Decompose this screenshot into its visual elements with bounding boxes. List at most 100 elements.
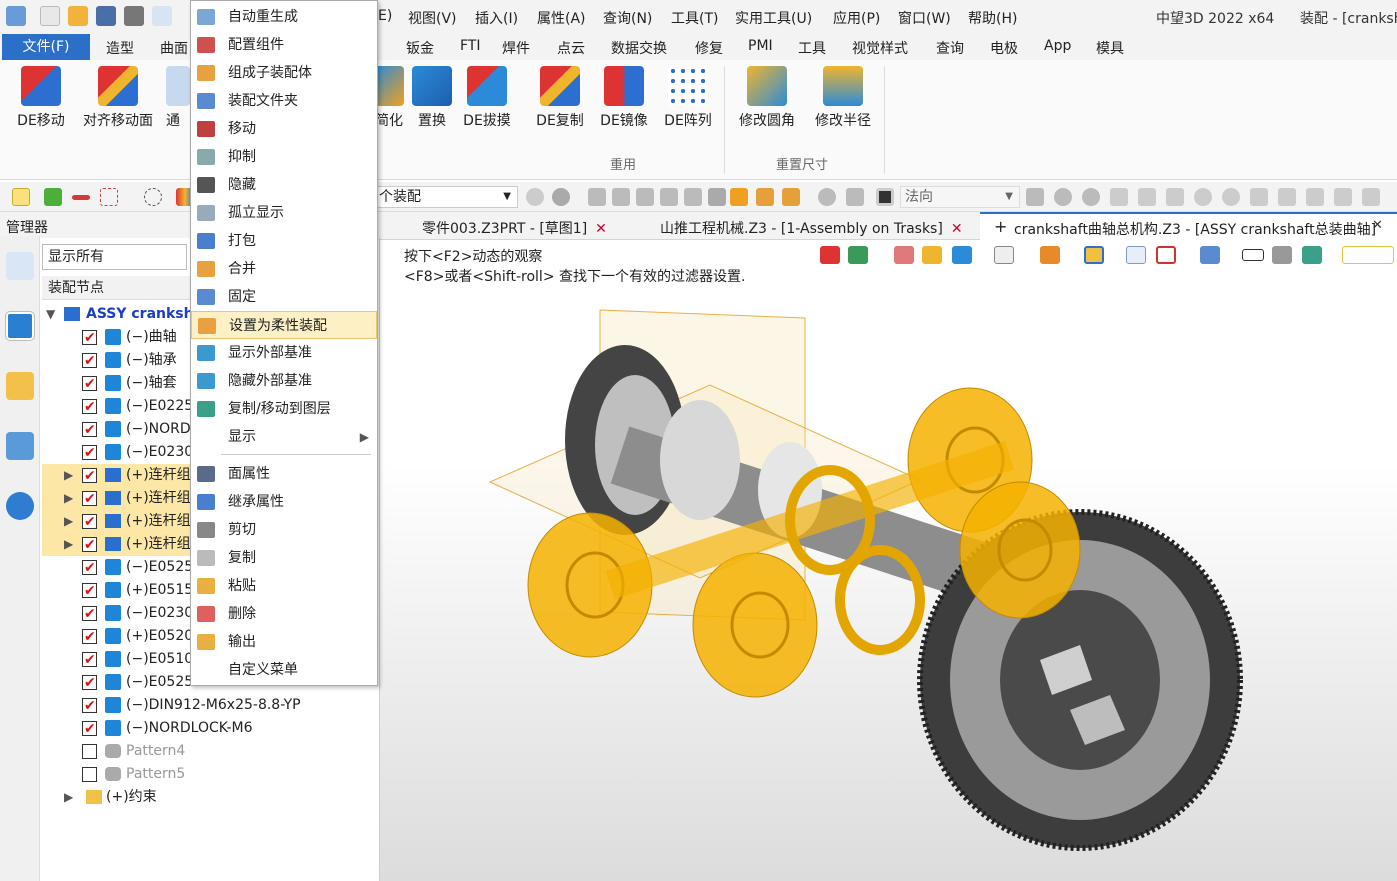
visibility-checkbox[interactable] [82, 580, 97, 603]
visibility-checkbox[interactable] [82, 396, 97, 419]
tab-pmi[interactable]: PMI [748, 38, 773, 54]
close-icon[interactable]: ✕ [951, 221, 963, 237]
align-left-icon[interactable] [612, 188, 630, 206]
menu-utilities[interactable]: 实用工具(U) [735, 8, 812, 28]
3d-viewport[interactable]: 按下<F2>动态的观察 <F8>或者<Shift-roll> 查找下一个有效的过… [380, 240, 1397, 881]
close-icon[interactable]: ✕ [1372, 218, 1383, 233]
menu-item-pack[interactable]: 打包 [191, 227, 377, 255]
add-icon[interactable] [44, 188, 62, 206]
visibility-checkbox[interactable] [82, 695, 97, 718]
wave-icon[interactable] [1278, 188, 1296, 206]
menu-apps[interactable]: 应用(P) [833, 8, 880, 28]
tree-row[interactable]: Pattern5 [42, 763, 378, 786]
print-icon[interactable] [124, 6, 144, 26]
visibility-checkbox[interactable] [82, 442, 97, 465]
circle-icon[interactable] [1222, 188, 1240, 206]
menu-attribute[interactable]: 属性(A) [537, 8, 586, 28]
menu-view[interactable]: 视图(V) [408, 8, 457, 28]
filter-select[interactable]: 个装配 ▼ [372, 186, 518, 208]
menu-item-export[interactable]: 输出 [191, 628, 377, 656]
menu-help[interactable]: 帮助(H) [968, 8, 1017, 28]
menu-item-copy-to-layer[interactable]: 复制/移动到图层 [191, 395, 377, 423]
menu-item-face-attr[interactable]: 面属性 [191, 460, 377, 488]
assembly-manager-icon[interactable] [5, 311, 35, 341]
save-icon[interactable] [96, 6, 116, 26]
tab-electrode[interactable]: 电极 [990, 38, 1018, 58]
menu-item-merge[interactable]: 合并 [191, 255, 377, 283]
visibility-checkbox[interactable] [82, 373, 97, 396]
menu-item-inherit-attr[interactable]: 继承属性 [191, 488, 377, 516]
normal-direction-select[interactable]: 法向 ▼ [900, 186, 1020, 208]
segment-icon[interactable] [1166, 188, 1184, 206]
visibility-checkbox[interactable] [82, 511, 97, 534]
menu-item-set-flexible[interactable]: 设置为柔性装配 [191, 311, 377, 339]
tree-row[interactable]: Pattern4 [42, 740, 378, 763]
visibility-checkbox[interactable] [82, 672, 97, 695]
visibility-checkbox[interactable] [82, 744, 97, 759]
tab-app[interactable]: App [1044, 38, 1071, 54]
tree-row[interactable]: (−)NORDLOCK-M6 [42, 717, 378, 741]
menu-item-subassembly[interactable]: 组成子装配体 [191, 59, 377, 87]
open-folder-icon[interactable] [68, 6, 88, 26]
doc-tab-crankshaft[interactable]: + crankshaft曲轴总机构.Z3 - [ASSY crankshaft总… [980, 212, 1397, 240]
menu-tools[interactable]: 工具(T) [671, 8, 718, 28]
menu-item-suppress[interactable]: 抑制 [191, 143, 377, 171]
expand-icon[interactable]: ▶ [64, 786, 73, 809]
menu-item-delete[interactable]: 删除 [191, 600, 377, 628]
edge-icon[interactable] [1334, 188, 1352, 206]
cursor-select-icon[interactable] [1026, 188, 1044, 206]
gear-select-icon[interactable] [1054, 188, 1072, 206]
visibility-checkbox[interactable] [82, 767, 97, 782]
visibility-checkbox[interactable] [82, 718, 97, 741]
play-icon[interactable] [1082, 188, 1100, 206]
tab-surface[interactable]: 曲面 [160, 38, 188, 58]
remove-icon[interactable] [72, 195, 90, 200]
box-select-icon[interactable] [100, 188, 118, 206]
align-move-face-button[interactable]: 对齐移动面 [78, 66, 158, 130]
tree-row[interactable]: (−)DIN912-M6x25-8.8-YP [42, 694, 378, 718]
de-move-button[interactable]: DE移动 [12, 66, 70, 130]
menu-item-display[interactable]: 显示 ▶ [191, 423, 377, 451]
tab-visual-style[interactable]: 视觉样式 [852, 38, 908, 58]
view-manager-icon[interactable] [6, 432, 34, 460]
doc-tab-assembly[interactable]: 山推工程机械.Z3 - [1-Assembly on Trasks] ✕ [660, 218, 963, 238]
menu-item-show-ext-datum[interactable]: 显示外部基准 [191, 339, 377, 367]
expand-icon[interactable]: ▶ [64, 487, 73, 510]
menu-item-isolate[interactable]: 孤立显示 [191, 199, 377, 227]
modify-radius-button[interactable]: 修改半径 [810, 66, 876, 130]
list-icon[interactable] [730, 188, 748, 206]
package-icon[interactable] [782, 188, 800, 206]
pick-cursor-icon[interactable] [12, 188, 30, 206]
show-filter-select[interactable]: 显示所有 [42, 244, 187, 270]
align-center-icon[interactable] [636, 188, 654, 206]
doc-tab-part[interactable]: 零件003.Z3PRT - [草图1] ✕ [422, 218, 607, 238]
simplify-button[interactable]: 简化 [374, 66, 404, 130]
menu-query[interactable]: 查询(N) [603, 8, 652, 28]
visibility-checkbox[interactable] [82, 327, 97, 350]
visibility-checkbox[interactable] [82, 649, 97, 672]
tab-mold[interactable]: 模具 [1096, 38, 1124, 58]
menu-edit[interactable]: E) [378, 8, 392, 24]
menu-item-copy[interactable]: 复制 [191, 544, 377, 572]
visibility-checkbox[interactable] [82, 603, 97, 626]
part-library-icon[interactable] [6, 372, 34, 400]
tab-pointcloud[interactable]: 点云 [557, 38, 585, 58]
modify-fillet-button[interactable]: 修改圆角 [734, 66, 800, 130]
visibility-checkbox[interactable] [82, 557, 97, 580]
ribbon-partial-button[interactable]: 通 [166, 66, 190, 130]
tree-row-constraints[interactable]: ▶ (+)约束 [42, 786, 378, 809]
undo-icon[interactable] [152, 6, 172, 26]
folder-tools-icon[interactable] [756, 188, 774, 206]
tab-repair[interactable]: 修复 [695, 38, 723, 58]
tab-data-exchange[interactable]: 数据交换 [611, 38, 667, 58]
pointer-icon[interactable] [708, 188, 726, 206]
layer-select-icon[interactable] [1362, 188, 1380, 206]
de-copy-button[interactable]: DE复制 [532, 66, 588, 130]
menu-item-fix[interactable]: 固定 [191, 283, 377, 311]
line-icon[interactable] [1138, 188, 1156, 206]
new-file-icon[interactable] [40, 6, 60, 26]
menu-insert[interactable]: 插入(I) [475, 8, 518, 28]
arc-icon[interactable] [1306, 188, 1324, 206]
menu-item-custom-menu[interactable]: 自定义菜单 [191, 656, 377, 684]
menu-item-paste[interactable]: 粘贴 [191, 572, 377, 600]
